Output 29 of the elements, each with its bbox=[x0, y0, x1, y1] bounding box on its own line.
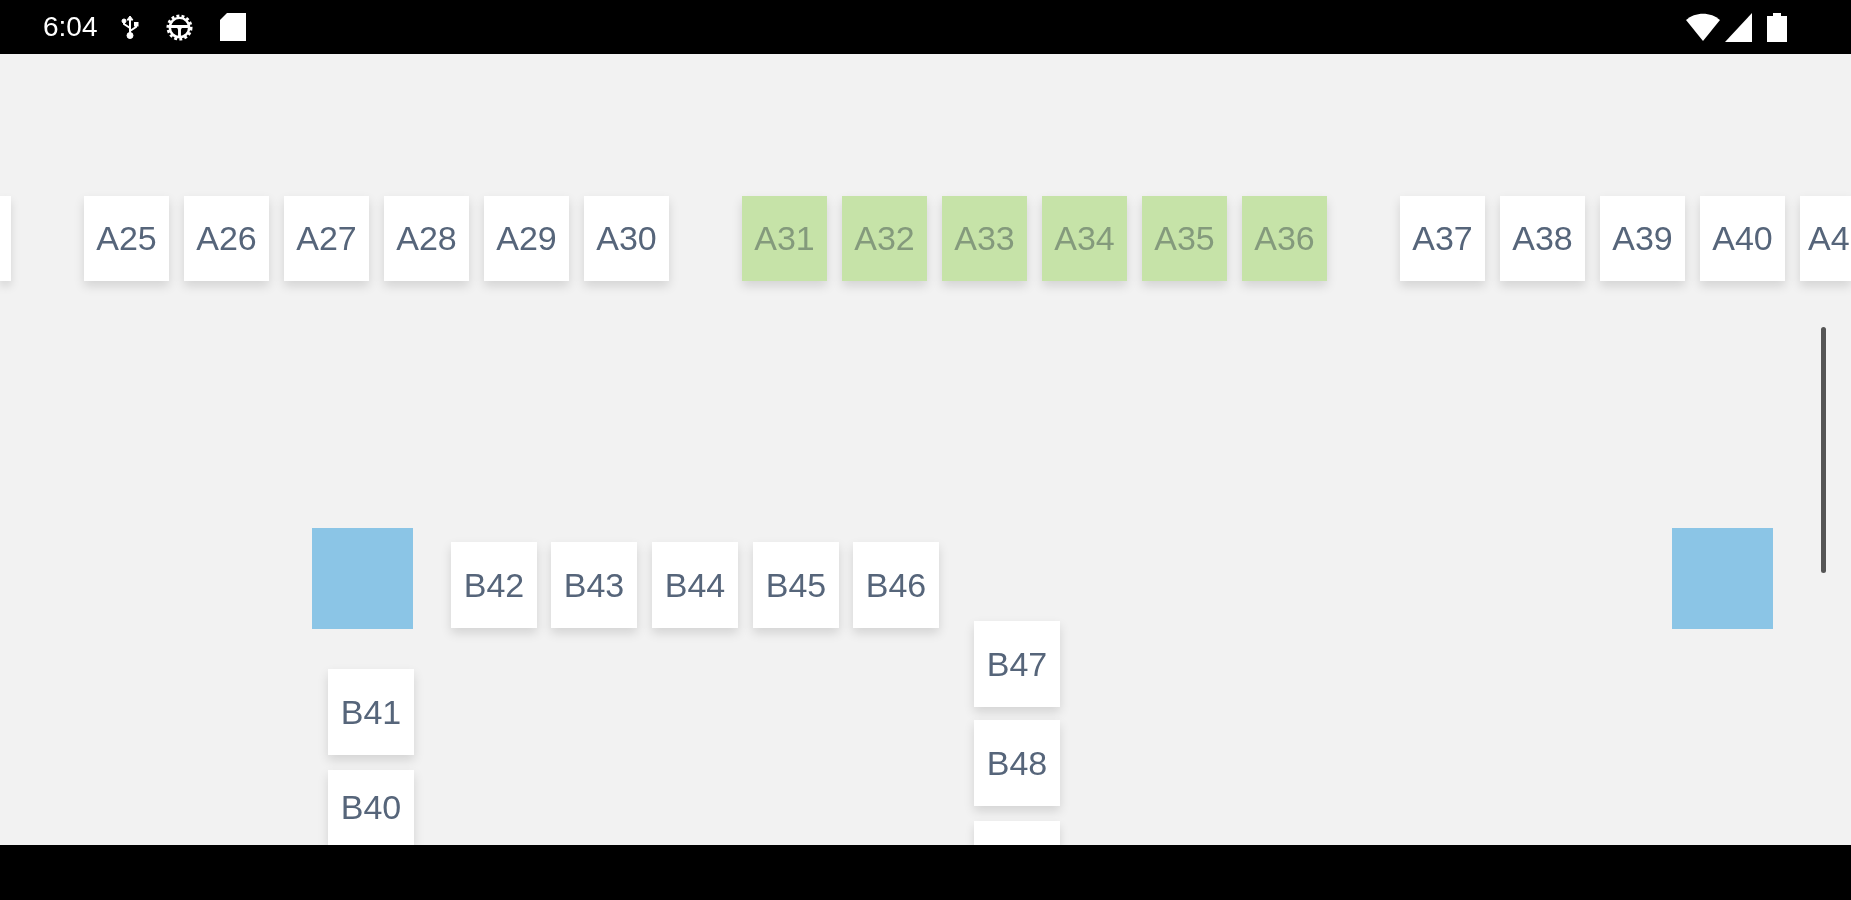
usb-icon bbox=[118, 15, 141, 39]
seat-tile[interactable]: A30 bbox=[584, 196, 669, 281]
seat-tile[interactable]: B44 bbox=[652, 542, 738, 628]
seat-tile[interactable]: A27 bbox=[284, 196, 369, 281]
seat-tile[interactable]: B45 bbox=[753, 542, 839, 628]
seat-tile[interactable]: A38 bbox=[1500, 196, 1585, 281]
battery-icon bbox=[1767, 12, 1787, 42]
wifi-icon bbox=[1686, 13, 1720, 41]
seat-tile[interactable]: B46 bbox=[853, 542, 939, 628]
seat-tile[interactable]: B40 bbox=[328, 770, 414, 845]
seat-tile[interactable]: B48 bbox=[974, 720, 1060, 806]
seat-tile[interactable] bbox=[0, 196, 11, 281]
seat-tile[interactable]: B41 bbox=[328, 669, 414, 755]
seat-tile[interactable]: A26 bbox=[184, 196, 269, 281]
seat-tile[interactable]: A39 bbox=[1600, 196, 1685, 281]
seat-tile[interactable]: B42 bbox=[451, 542, 537, 628]
seat-tile[interactable]: B47 bbox=[974, 621, 1060, 707]
steering-wheel-icon bbox=[165, 13, 193, 41]
seat-tile[interactable] bbox=[974, 821, 1060, 845]
seat-tile[interactable]: A40 bbox=[1700, 196, 1785, 281]
clock-time: 6:04 bbox=[43, 11, 98, 43]
seat-tile[interactable]: A28 bbox=[384, 196, 469, 281]
signal-icon bbox=[1725, 12, 1752, 42]
seat-tile[interactable]: B43 bbox=[551, 542, 637, 628]
seat-tile[interactable]: A4 bbox=[1800, 196, 1851, 281]
seat-tile[interactable]: A29 bbox=[484, 196, 569, 281]
seat-tile[interactable]: A37 bbox=[1400, 196, 1485, 281]
sd-card-icon bbox=[219, 13, 246, 41]
seat-tile[interactable]: A25 bbox=[84, 196, 169, 281]
